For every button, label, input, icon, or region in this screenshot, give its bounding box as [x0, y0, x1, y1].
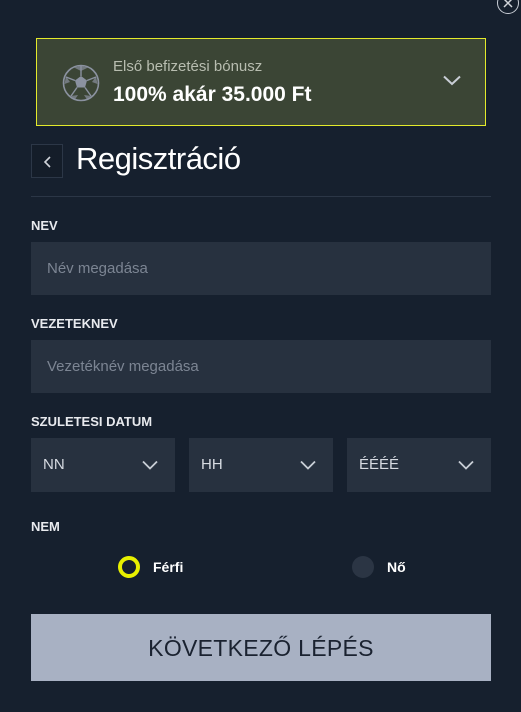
- birth-day-value: NN: [43, 456, 65, 473]
- chevron-down-icon: [458, 460, 474, 470]
- gender-option-label: Férfi: [153, 559, 184, 575]
- close-button[interactable]: [497, 0, 519, 14]
- bonus-banner[interactable]: Első befizetési bónusz 100% akár 35.000 …: [36, 38, 486, 126]
- birth-day-select[interactable]: NN: [31, 438, 175, 492]
- first-name-input[interactable]: [31, 242, 491, 295]
- birth-year-select[interactable]: ÉÉÉÉ: [347, 438, 491, 492]
- radio-checked-icon: [118, 556, 140, 578]
- next-step-button[interactable]: KÖVETKEZŐ LÉPÉS: [31, 614, 491, 681]
- birth-year-value: ÉÉÉÉ: [359, 456, 400, 473]
- chevron-down-icon: [300, 460, 316, 470]
- soccer-ball-icon: [62, 64, 100, 102]
- gender-option-label: Nő: [387, 559, 406, 575]
- gender-label: NEM: [31, 519, 60, 534]
- divider: [31, 196, 491, 197]
- last-name-label: VEZETEKNEV: [31, 316, 118, 331]
- page-title: Regisztráció: [76, 141, 241, 176]
- chevron-down-icon: [142, 460, 158, 470]
- chevron-down-icon: [443, 75, 461, 86]
- close-icon: [503, 0, 513, 8]
- bonus-label: Első befizetési bónusz: [113, 58, 263, 75]
- back-button[interactable]: [31, 144, 63, 178]
- birth-month-select[interactable]: HH: [189, 438, 333, 492]
- birth-month-value: HH: [201, 456, 223, 473]
- chevron-left-icon: [43, 156, 51, 168]
- last-name-input[interactable]: [31, 340, 491, 393]
- radio-unchecked-icon: [352, 556, 374, 578]
- birth-date-label: SZULETESI DATUM: [31, 414, 153, 429]
- first-name-label: NEV: [31, 218, 58, 233]
- bonus-value: 100% akár 35.000 Ft: [113, 83, 312, 106]
- registration-modal: Első befizetési bónusz 100% akár 35.000 …: [0, 0, 521, 712]
